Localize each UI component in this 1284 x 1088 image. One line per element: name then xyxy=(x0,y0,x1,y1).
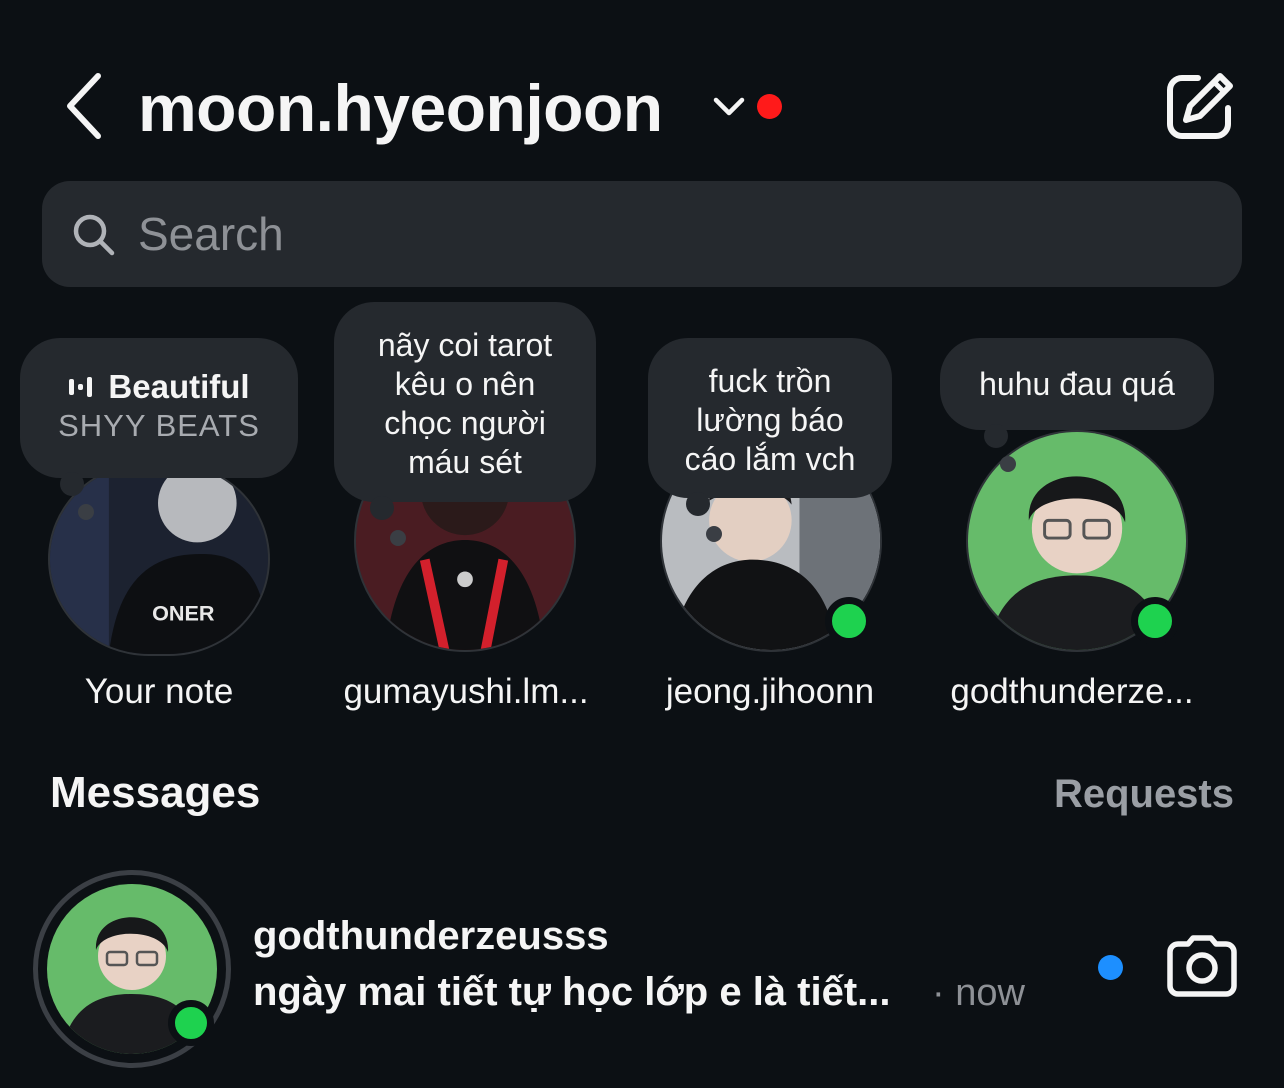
thread-row[interactable]: godthunderzeusss ngày mai tiết tự học lớ… xyxy=(0,860,1284,1070)
bubble-tail xyxy=(706,526,722,542)
compose-icon[interactable] xyxy=(1164,70,1236,142)
bubble-tail xyxy=(78,504,94,520)
account-unread-dot xyxy=(757,94,782,119)
bubble-tail xyxy=(370,496,394,520)
note-label: godthunderze... xyxy=(950,672,1194,711)
note-bubble: nãy coi tarot kêu o nên chọc người máu s… xyxy=(334,302,596,502)
note-text-line: nãy coi tarot xyxy=(377,327,553,363)
direct-inbox-screen: moon.hyeonjoon ONER xyxy=(0,0,1284,1088)
online-indicator xyxy=(1131,597,1179,645)
online-indicator xyxy=(825,597,873,645)
online-indicator xyxy=(168,1000,214,1046)
bubble-tail xyxy=(1000,456,1016,472)
note-text-line: huhu đau quá xyxy=(979,366,1175,402)
camera-icon[interactable] xyxy=(1166,934,1238,998)
chevron-down-icon[interactable] xyxy=(712,94,746,118)
note-bubble: huhu đau quá xyxy=(940,338,1214,430)
music-title-line: Beautiful xyxy=(20,367,298,406)
note-text-line: kêu o nên xyxy=(394,366,536,402)
bubble-tail xyxy=(390,530,406,546)
note-label: jeong.jihoonn xyxy=(665,672,875,711)
requests-link[interactable]: Requests xyxy=(1054,772,1234,817)
note-text-line: fuck trồn xyxy=(708,363,832,399)
note-text-line: cáo lắm vch xyxy=(684,441,856,477)
back-icon[interactable] xyxy=(62,72,106,140)
music-bars-icon xyxy=(69,376,93,397)
thread-preview: ngày mai tiết tự học lớp e là tiết... xyxy=(253,970,891,1014)
search-icon xyxy=(73,214,115,256)
bubble-tail xyxy=(60,472,84,496)
thread-username: godthunderzeusss xyxy=(253,914,609,958)
note-label: Your note xyxy=(84,672,234,711)
messages-section-title: Messages xyxy=(50,768,261,817)
note-label: gumayushi.lm... xyxy=(343,672,589,711)
note-bubble: fuck trồn lường báo cáo lắm vch xyxy=(648,338,892,498)
note-text-line: máu sét xyxy=(408,444,522,480)
note-text-line: lường báo xyxy=(696,402,844,438)
bubble-tail xyxy=(984,424,1008,448)
note-text-line: chọc người xyxy=(384,405,546,441)
note-bubble: Beautiful SHYY BEATS xyxy=(20,338,298,478)
thread-timestamp: · now xyxy=(932,972,1025,1014)
music-artist: SHYY BEATS xyxy=(58,408,260,443)
music-song: Beautiful xyxy=(108,368,250,405)
svg-text:ONER: ONER xyxy=(152,601,215,626)
search-input[interactable] xyxy=(138,201,1198,267)
unread-dot xyxy=(1098,955,1123,980)
search-bar[interactable] xyxy=(42,181,1242,287)
bubble-tail xyxy=(686,492,710,516)
account-switcher-title[interactable]: moon.hyeonjoon xyxy=(138,68,663,148)
